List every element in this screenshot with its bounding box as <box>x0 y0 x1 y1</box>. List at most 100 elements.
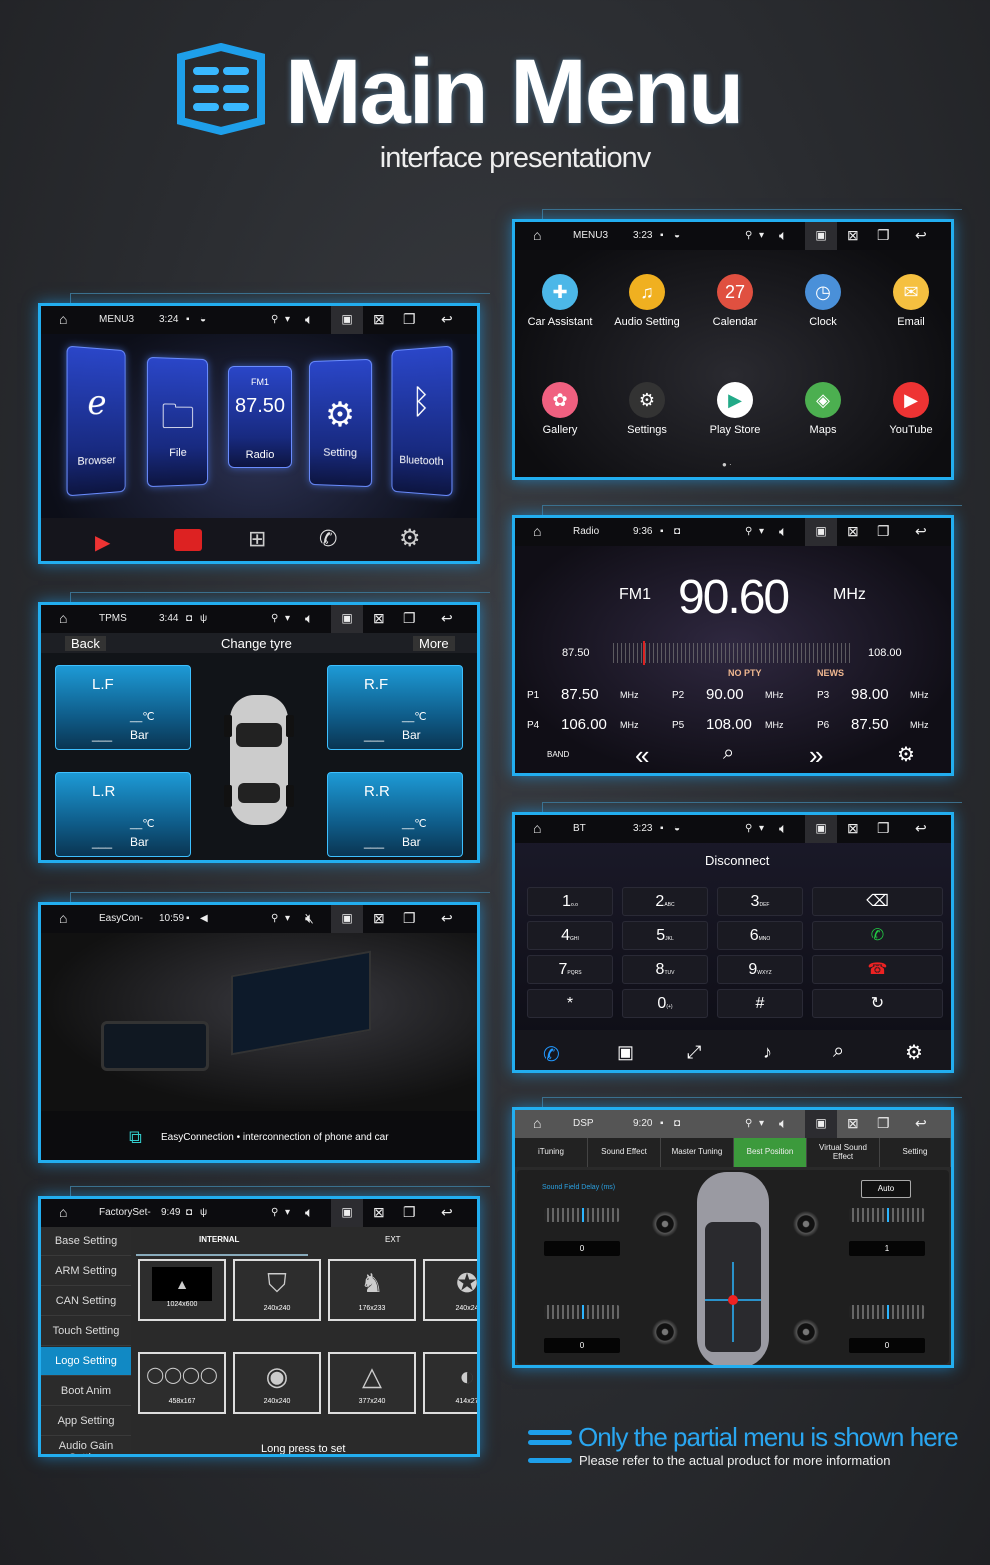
back-icon[interactable]: ↩ <box>441 311 453 328</box>
logo-option[interactable]: ◐ 414x27 <box>423 1352 480 1414</box>
preset-p3[interactable]: P3 98.00 MHz <box>817 683 954 711</box>
apps-grid-icon[interactable]: ⊞ <box>248 526 266 552</box>
tab-setting[interactable]: Setting <box>880 1138 951 1167</box>
preset-p4[interactable]: P4 106.00 MHz <box>527 713 667 741</box>
dial-key-5[interactable]: 5JKL <box>622 921 708 950</box>
contacts-icon[interactable]: ▣ <box>617 1042 634 1063</box>
tab-best-position[interactable]: Best Position <box>734 1138 807 1167</box>
screenshot-icon[interactable]: ▣ <box>805 815 837 843</box>
volume-icon[interactable]: 🔈︎ <box>305 610 313 627</box>
call-log-icon[interactable]: ⤢ <box>687 1042 701 1063</box>
home-icon[interactable]: ⌂ <box>533 227 541 243</box>
home-icon[interactable]: ⌂ <box>59 910 67 926</box>
radio-card[interactable]: FM1 87.50 Radio <box>228 366 292 468</box>
audio-setting-app[interactable]: ♫ Audio Setting <box>602 274 692 328</box>
delay-slider-fl[interactable] <box>544 1208 620 1222</box>
preset-p5[interactable]: P5 108.00 MHz <box>672 713 812 741</box>
close-app-icon[interactable]: ⊠ <box>373 311 385 328</box>
preset-p2[interactable]: P2 90.00 MHz <box>672 683 812 711</box>
back-icon[interactable]: ↩ <box>441 610 453 627</box>
dial-key-8[interactable]: 8TUV <box>622 955 708 984</box>
delay-slider-rr[interactable] <box>849 1305 925 1319</box>
search-icon[interactable]: ⌕ <box>833 1040 844 1063</box>
home-icon[interactable]: ⌂ <box>533 523 541 539</box>
recent-apps-icon[interactable]: ❐ <box>877 820 890 837</box>
play-store-app[interactable]: ▶ Play Store <box>690 382 780 436</box>
sidebar-item-boot-anim[interactable]: Boot Anim <box>41 1377 131 1406</box>
tab-ext[interactable]: EXT <box>385 1235 401 1244</box>
dial-key-1[interactable]: 1o.o <box>527 887 613 916</box>
recent-apps-icon[interactable]: ❐ <box>877 523 890 540</box>
radio-icon[interactable] <box>174 529 202 551</box>
back-icon[interactable]: ↩ <box>915 227 927 244</box>
sidebar-item-can-setting[interactable]: CAN Setting <box>41 1287 131 1316</box>
tab-sound-effect[interactable]: Sound Effect <box>588 1138 661 1167</box>
backspace-button[interactable]: ⌫ <box>812 887 943 916</box>
screenshot-icon[interactable]: ▣ <box>331 605 363 633</box>
recent-apps-icon[interactable]: ❐ <box>403 311 416 328</box>
logo-option[interactable]: △ 377x240 <box>328 1352 416 1414</box>
settings-icon[interactable]: ⚙ <box>399 524 421 553</box>
settings-app[interactable]: ⚙ Settings <box>602 382 692 436</box>
browser-card[interactable]: ℯ Browser <box>67 346 126 497</box>
back-button[interactable]: Back <box>65 636 106 651</box>
sidebar-item-audio-gain-setting[interactable]: Audio Gain Setting <box>41 1437 131 1457</box>
tab-virtual-sound-effect[interactable]: Virtual Sound Effect <box>807 1138 880 1167</box>
calendar-app[interactable]: 27 Calendar <box>690 274 780 328</box>
screenshot-icon[interactable]: ▣ <box>805 518 837 546</box>
back-icon[interactable]: ↩ <box>915 1115 927 1132</box>
setting-card[interactable]: ⚙ Setting <box>309 359 372 487</box>
dial-key-3[interactable]: 3DEF <box>717 887 803 916</box>
call-button[interactable]: ✆ <box>812 921 943 950</box>
dial-key-4[interactable]: 4GHI <box>527 921 613 950</box>
close-app-icon[interactable]: ⊠ <box>373 610 385 627</box>
volume-muted-icon[interactable]: 🔇︎ <box>305 910 314 927</box>
settings-icon[interactable]: ⚙ <box>905 1040 923 1065</box>
logo-option[interactable]: ♞ 176x233 <box>328 1259 416 1321</box>
home-icon[interactable]: ⌂ <box>59 311 67 327</box>
sidebar-item-base-setting[interactable]: Base Setting <box>41 1227 131 1256</box>
phone-bluetooth-icon[interactable]: ✆ <box>319 526 337 552</box>
auto-button[interactable]: Auto <box>861 1180 911 1198</box>
file-card[interactable]: 🗀 File <box>147 357 208 487</box>
tyre-tile-lr[interactable]: L.R __℃ ___ Bar <box>55 772 191 857</box>
sidebar-item-arm-setting[interactable]: ARM Setting <box>41 1257 131 1286</box>
preset-p6[interactable]: P6 87.50 MHz <box>817 713 954 741</box>
close-app-icon[interactable]: ⊠ <box>847 1115 859 1132</box>
tuning-scale[interactable] <box>613 643 853 663</box>
volume-icon[interactable]: 🔈︎ <box>779 227 787 244</box>
sidebar-item-touch-setting[interactable]: Touch Setting <box>41 1317 131 1346</box>
seek-forward-icon[interactable]: » <box>809 740 823 771</box>
delay-slider-rl[interactable] <box>544 1305 620 1319</box>
dial-key-9[interactable]: 9WXYZ <box>717 955 803 984</box>
logo-option[interactable]: ◉ 240x240 <box>233 1352 321 1414</box>
volume-icon[interactable]: 🔈︎ <box>779 820 787 837</box>
tyre-tile-rr[interactable]: R.R __℃ ___ Bar <box>327 772 463 857</box>
home-icon[interactable]: ⌂ <box>59 610 67 626</box>
car-seat-position[interactable] <box>691 1172 775 1368</box>
dial-key-2[interactable]: 2ABC <box>622 887 708 916</box>
close-app-icon[interactable]: ⊠ <box>847 820 859 837</box>
tab-internal[interactable]: INTERNAL <box>199 1235 239 1244</box>
gallery-app[interactable]: ✿ Gallery <box>515 382 605 436</box>
close-app-icon[interactable]: ⊠ <box>847 227 859 244</box>
tab-ituning[interactable]: iTuning <box>515 1138 588 1167</box>
dial-key-6[interactable]: 6MNO <box>717 921 803 950</box>
seek-back-icon[interactable]: « <box>635 740 649 771</box>
dial-key-7[interactable]: 7PQRS <box>527 955 613 984</box>
sidebar-item-app-setting[interactable]: App Setting <box>41 1407 131 1436</box>
tuning-needle[interactable] <box>643 641 645 665</box>
search-icon[interactable]: ⌕ <box>723 742 734 765</box>
logo-option[interactable]: ✪ 240x24 <box>423 1259 480 1321</box>
close-app-icon[interactable]: ⊠ <box>847 523 859 540</box>
close-app-icon[interactable]: ⊠ <box>373 910 385 927</box>
clock-app[interactable]: ◷ Clock <box>778 274 868 328</box>
back-icon[interactable]: ↩ <box>915 523 927 540</box>
youtube-app[interactable]: ▶ YouTube <box>866 382 954 436</box>
logo-option[interactable]: ◯◯◯◯ 458x167 <box>138 1352 226 1414</box>
tyre-tile-lf[interactable]: L.F __℃ ___ Bar <box>55 665 191 750</box>
screenshot-icon[interactable]: ▣ <box>331 905 363 933</box>
band-button[interactable]: BAND <box>547 750 569 759</box>
volume-icon[interactable]: 🔈︎ <box>305 1204 313 1221</box>
tyre-tile-rf[interactable]: R.F __℃ ___ Bar <box>327 665 463 750</box>
